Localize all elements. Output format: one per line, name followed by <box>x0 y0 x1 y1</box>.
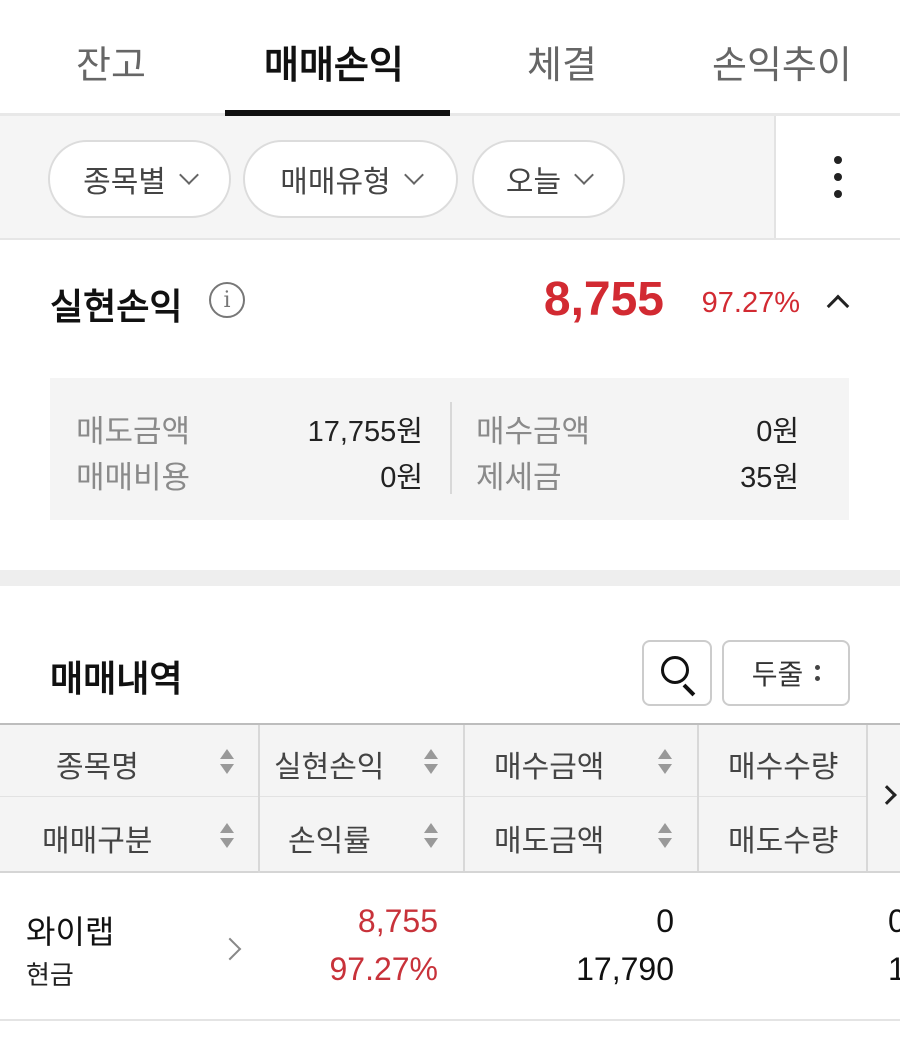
chevron-down-icon <box>574 165 594 185</box>
trade-cost-value: 0원 <box>380 462 423 494</box>
filter-by-item-label: 종목별 <box>83 165 166 200</box>
row-mode-button[interactable]: 두줄 <box>722 640 850 706</box>
trade-type: 현금 <box>26 961 74 991</box>
sell-amount-value: 17,755원 <box>307 416 423 448</box>
row-buy-amount: 0 <box>656 903 674 939</box>
row-buy-qty: 0 <box>888 903 900 939</box>
section-divider <box>0 570 900 586</box>
row-pnl-rate: 97.27% <box>329 951 438 987</box>
column-divider <box>866 725 868 871</box>
chevron-down-icon <box>179 165 199 185</box>
filter-period-label: 오늘 <box>505 165 562 200</box>
sort-icon[interactable] <box>424 823 438 849</box>
more-vertical-icon <box>815 665 821 681</box>
more-vertical-icon-dot <box>834 173 842 181</box>
row-mode-label: 두줄 <box>751 658 804 691</box>
filter-period-dropdown[interactable]: 오늘 <box>472 140 625 218</box>
table-row[interactable]: 와이랩 현금 8,755 97.27% 0 17,790 0 1 <box>0 873 900 1021</box>
sort-icon[interactable] <box>424 749 438 775</box>
search-icon <box>661 656 689 684</box>
more-options-button[interactable] <box>774 116 900 238</box>
tab-pnl-trend[interactable]: 손익추이 <box>712 34 852 89</box>
realized-pnl-title: 실현손익 <box>50 287 183 328</box>
column-divider <box>463 725 465 871</box>
trade-cost-label: 매매비용 <box>76 460 191 496</box>
chevron-up-icon[interactable] <box>826 294 850 318</box>
col-header-sell-amount[interactable]: 매도금액 <box>494 816 604 860</box>
tab-balance[interactable]: 잔고 <box>76 34 146 89</box>
col-header-buy-qty[interactable]: 매수수량 <box>728 742 838 786</box>
summary-divider <box>450 402 452 494</box>
tab-executions[interactable]: 체결 <box>527 34 597 89</box>
row-sell-qty: 1 <box>888 951 900 987</box>
search-button[interactable] <box>642 640 712 706</box>
col-header-buy-amount[interactable]: 매수금액 <box>494 742 604 786</box>
info-icon-glyph: i <box>223 287 231 313</box>
more-vertical-icon <box>834 156 842 164</box>
column-divider <box>697 725 699 871</box>
col-header-pnl-rate[interactable]: 손익률 <box>288 816 371 860</box>
col-header-trade-type[interactable]: 매매구분 <box>42 816 152 860</box>
col-header-sell-qty[interactable]: 매도수량 <box>728 816 838 860</box>
sort-icon[interactable] <box>658 823 672 849</box>
tab-bar: 잔고 매매손익 체결 손익추이 <box>0 0 900 116</box>
chevron-down-icon <box>403 165 424 185</box>
col-header-item-name[interactable]: 종목명 <box>56 742 139 786</box>
tab-trading-pnl[interactable]: 매매손익 <box>264 34 404 89</box>
item-name: 와이랩 <box>26 913 115 951</box>
search-icon-handle <box>682 683 696 697</box>
trade-history-title: 매매내역 <box>50 659 183 700</box>
filter-trade-type-dropdown[interactable]: 매매유형 <box>243 140 458 218</box>
filter-bar: 종목별 매매유형 오늘 <box>0 116 900 240</box>
tax-label: 제세금 <box>476 460 562 496</box>
tax-value: 35원 <box>740 462 799 494</box>
more-vertical-icon-dot <box>834 190 842 198</box>
col-header-realized-pnl[interactable]: 실현손익 <box>274 742 384 786</box>
sort-icon[interactable] <box>220 749 234 775</box>
row-sell-amount: 17,790 <box>576 951 674 987</box>
pnl-summary-box: 매도금액 17,755원 매매비용 0원 매수금액 0원 제세금 35원 <box>50 378 849 520</box>
realized-pnl-amount: 8,755 <box>543 273 664 326</box>
buy-amount-value: 0원 <box>756 416 799 448</box>
filter-by-item-dropdown[interactable]: 종목별 <box>48 140 231 218</box>
row-realized-pnl: 8,755 <box>357 903 438 939</box>
realized-pnl-rate: 97.27% <box>701 287 800 319</box>
filter-trade-type-label: 매매유형 <box>280 165 391 200</box>
sell-amount-label: 매도금액 <box>76 414 191 450</box>
sort-icon[interactable] <box>220 823 234 849</box>
buy-amount-label: 매수금액 <box>476 414 591 450</box>
header-row-divider <box>0 796 868 797</box>
chevron-right-icon[interactable] <box>218 937 242 961</box>
info-icon[interactable]: i <box>209 282 245 318</box>
sort-icon[interactable] <box>658 749 672 775</box>
